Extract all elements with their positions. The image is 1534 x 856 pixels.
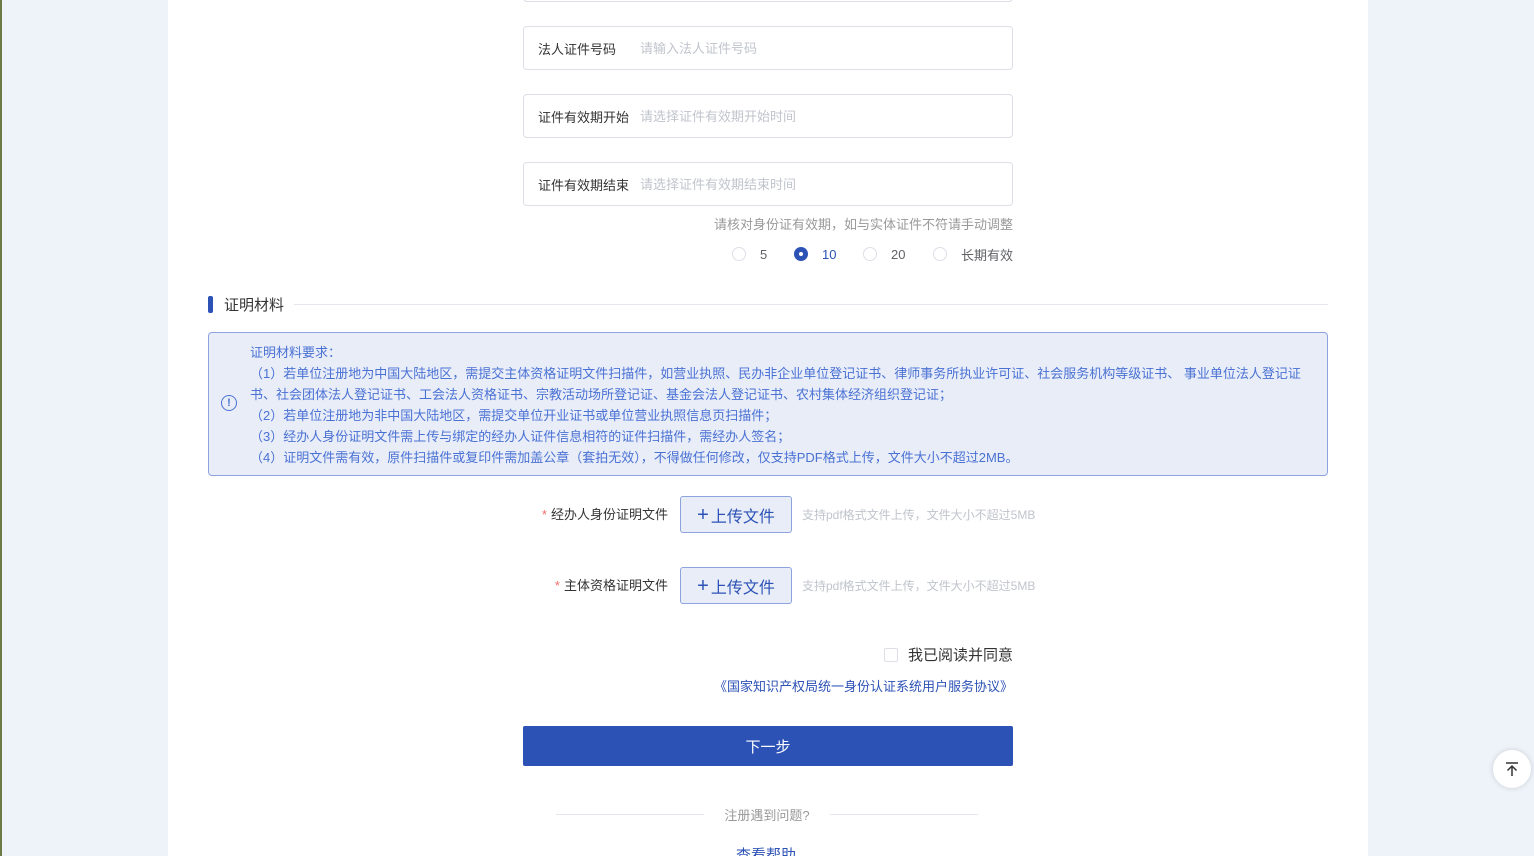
back-to-top-button[interactable] bbox=[1493, 750, 1531, 788]
info-circle-icon: ! bbox=[221, 395, 237, 411]
notice-line: （2）若单位注册地为非中国大陆地区，需提交单位开业证书或单位营业执照信息页扫描件… bbox=[250, 408, 778, 423]
window-left-edge bbox=[0, 0, 2, 856]
validity-end-field: 证件有效期结束 bbox=[523, 162, 1013, 206]
divider-line bbox=[829, 813, 979, 815]
upload-button-label: 上传文件 bbox=[710, 579, 775, 597]
required-mark: * bbox=[541, 507, 547, 522]
radio-option-permanent[interactable]: 长期有效 bbox=[933, 244, 1013, 264]
validity-hint: 请核对身份证有效期，如与实体证件不符请手动调整 bbox=[713, 217, 1013, 232]
registration-panel: 法人证件号码 证件有效期开始 证件有效期结束 请核对身份证有效期，如与实体证件不… bbox=[168, 0, 1368, 856]
agreement-checkbox[interactable] bbox=[883, 647, 898, 662]
validity-end-input[interactable] bbox=[640, 164, 1012, 204]
agreement-checkbox-row[interactable]: 我已阅读并同意 bbox=[883, 644, 1013, 665]
validity-start-input[interactable] bbox=[640, 96, 1012, 136]
radio-option-20[interactable]: 20 bbox=[863, 244, 905, 264]
upload-label: * 主体资格证明文件 bbox=[555, 567, 668, 605]
service-agreement-link[interactable]: 《国家知识产权局统一身份认证系统用户服务协议》 bbox=[714, 676, 1013, 695]
section-title: 证明材料 bbox=[224, 296, 285, 314]
radio-label: 长期有效 bbox=[961, 247, 1014, 263]
radio-label: 20 bbox=[891, 246, 906, 262]
radio-label: 10 bbox=[822, 246, 837, 262]
registration-problem-text: 注册遇到问题? bbox=[724, 807, 810, 823]
field-label: 法人证件号码 bbox=[538, 41, 617, 57]
notice-line: （1）若单位注册地为中国大陆地区，需提交主体资格证明文件扫描件，如营业执照、民办… bbox=[250, 366, 1301, 402]
upload-hint: 支持pdf格式文件上传，文件大小不超过5MB bbox=[802, 508, 1036, 522]
section-header: 证明材料 bbox=[208, 293, 1328, 315]
plus-icon: + bbox=[697, 503, 709, 526]
notice-line: 证明材料要求： bbox=[250, 345, 342, 360]
section-divider bbox=[294, 303, 1328, 305]
agreement-checkbox-label: 我已阅读并同意 bbox=[907, 647, 1013, 664]
requirements-notice: ! 证明材料要求： （1）若单位注册地为中国大陆地区，需提交主体资格证明文件扫描… bbox=[208, 332, 1328, 476]
radio-circle-checked bbox=[794, 247, 808, 261]
upload-label-text: 经办人身份证明文件 bbox=[550, 507, 668, 522]
upload-label-text: 主体资格证明文件 bbox=[563, 578, 668, 593]
section-accent-bar bbox=[208, 295, 213, 313]
radio-option-10[interactable]: 10 bbox=[794, 244, 836, 264]
notice-line: （4）证明文件需有效，原件扫描件或复印件需加盖公章（套拍无效），不得做任何修改，… bbox=[250, 450, 1019, 465]
next-step-button[interactable]: 下一步 bbox=[523, 726, 1013, 766]
radio-option-5[interactable]: 5 bbox=[732, 244, 767, 264]
notice-line: （3）经办人身份证明文件需上传与绑定的经办人证件信息相符的证件扫描件，需经办人签… bbox=[250, 429, 791, 444]
upload-label: * 经办人身份证明文件 bbox=[542, 496, 668, 534]
radio-circle bbox=[933, 247, 947, 261]
previous-field-bottom bbox=[523, 0, 1013, 2]
upload-button-label: 上传文件 bbox=[710, 508, 775, 526]
radio-circle bbox=[732, 247, 746, 261]
entity-qualification-upload-row: * 主体资格证明文件 + 上传文件 支持pdf格式文件上传，文件大小不超过5MB bbox=[168, 567, 1368, 605]
registration-problem-row: 注册遇到问题? bbox=[556, 804, 979, 824]
legal-person-id-input[interactable] bbox=[640, 28, 1012, 68]
view-help-link[interactable]: 查看帮助 bbox=[736, 844, 796, 856]
field-label: 证件有效期开始 bbox=[538, 109, 630, 125]
radio-label: 5 bbox=[760, 246, 768, 262]
validity-radio-group: 5 10 20 长期有效 bbox=[168, 244, 1368, 264]
upload-entity-qualification-button[interactable]: + 上传文件 bbox=[680, 567, 792, 604]
plus-icon: + bbox=[697, 574, 709, 597]
upload-hint: 支持pdf格式文件上传，文件大小不超过5MB bbox=[802, 579, 1036, 593]
divider-line bbox=[556, 813, 705, 815]
required-mark: * bbox=[554, 578, 560, 593]
upload-agent-id-button[interactable]: + 上传文件 bbox=[680, 496, 792, 533]
field-label: 证件有效期结束 bbox=[538, 177, 630, 193]
radio-circle bbox=[863, 247, 877, 261]
agent-id-upload-row: * 经办人身份证明文件 + 上传文件 支持pdf格式文件上传，文件大小不超过5MB bbox=[168, 496, 1368, 534]
arrow-up-to-top-icon bbox=[1506, 762, 1518, 776]
validity-start-field: 证件有效期开始 bbox=[523, 94, 1013, 138]
legal-person-id-field: 法人证件号码 bbox=[523, 26, 1013, 70]
